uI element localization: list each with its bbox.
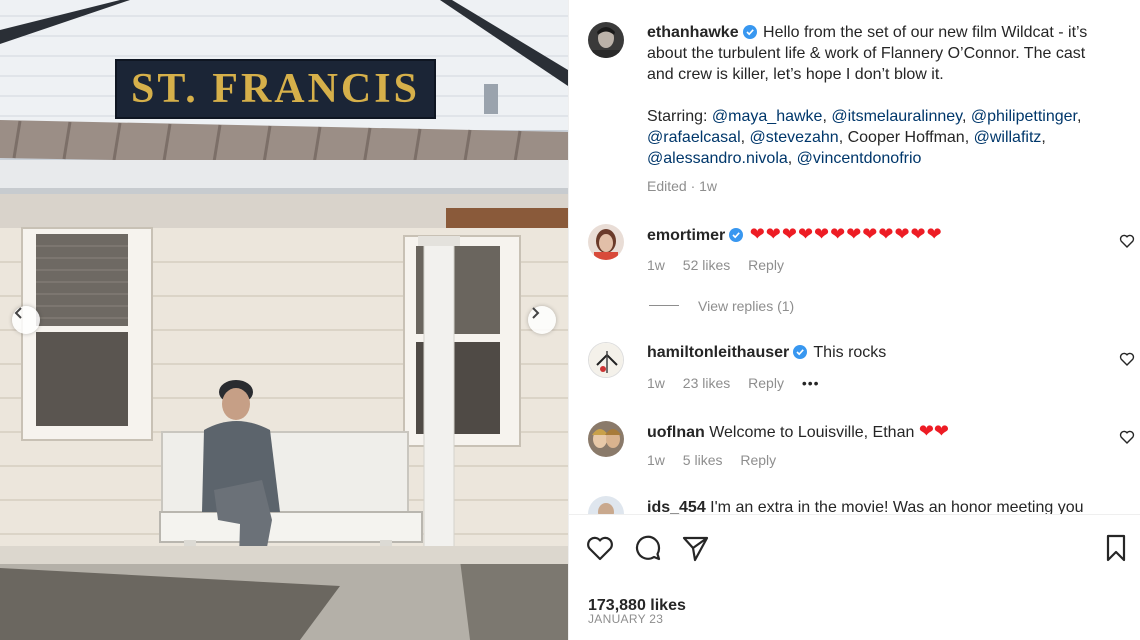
verified-badge-icon: [742, 25, 757, 39]
comment-age: 1w: [647, 375, 665, 391]
commenter-avatar[interactable]: [588, 421, 624, 457]
author-avatar[interactable]: [588, 22, 624, 58]
cast-name-plain: Cooper Hoffman,: [847, 129, 970, 146]
mention-link[interactable]: @philipettinger: [971, 108, 1077, 125]
caption-line-2: about the turbulent life & work of Flann…: [647, 45, 1086, 62]
mention-link[interactable]: @itsmelauralinney: [831, 108, 962, 125]
comment-likes[interactable]: 52 likes: [683, 257, 730, 273]
comment-likes[interactable]: 23 likes: [683, 375, 730, 391]
commenter-username[interactable]: emortimer: [647, 227, 725, 244]
comment-meta: 1w 5 likes Reply: [647, 452, 790, 468]
comment-bubble-icon[interactable]: [633, 533, 663, 563]
comment-age: 1w: [647, 452, 665, 468]
verified-badge-icon: [729, 228, 744, 242]
post-caption: ethanhawke Hello from the set of our new…: [647, 22, 1127, 194]
comment-age: 1w: [647, 257, 665, 273]
commenter-avatar[interactable]: [588, 342, 624, 378]
view-replies-button[interactable]: View replies (1): [698, 298, 794, 314]
commenter-username[interactable]: ids_454: [647, 499, 706, 514]
commenter-username[interactable]: hamiltonleithauser: [647, 344, 789, 361]
caption-line-1: Hello from the set of our new film Wildc…: [763, 24, 1088, 41]
sign-text: ST. FRANCIS: [131, 66, 420, 112]
commenter-username[interactable]: uoflnan: [647, 424, 705, 441]
reply-button[interactable]: Reply: [748, 257, 784, 273]
comment-body: hamiltonleithauser This rocks: [647, 342, 886, 363]
reply-button[interactable]: Reply: [740, 452, 776, 468]
comment-meta: 1w 52 likes Reply: [647, 257, 798, 273]
comments-scroll-area[interactable]: ethanhawke Hello from the set of our new…: [569, 0, 1140, 514]
comment-body: uoflnan Welcome to Louisville, Ethan ❤❤: [647, 421, 949, 443]
mention-link[interactable]: @willafitz: [974, 129, 1042, 146]
chevron-left-icon: [14, 307, 22, 319]
comment-meta: 1w 23 likes Reply •••: [647, 375, 834, 391]
mention-link[interactable]: @vincentdonofrio: [797, 150, 922, 167]
comment-likes[interactable]: 5 likes: [683, 452, 723, 468]
comment-text: ❤❤❤❤❤❤❤❤❤❤❤❤: [749, 224, 943, 244]
like-comment-heart-icon[interactable]: [1119, 233, 1135, 249]
comment-hearts: ❤❤: [918, 421, 949, 441]
replies-divider: [649, 305, 679, 306]
mention-link[interactable]: @stevezahn: [750, 129, 839, 146]
share-paper-plane-icon[interactable]: [680, 533, 710, 563]
instagram-post-view: ST. FRANCIS ethanhawke Hello from the se…: [0, 0, 1140, 640]
mention-link[interactable]: @maya_hawke: [712, 108, 823, 125]
next-photo-button[interactable]: [528, 306, 556, 334]
reply-button[interactable]: Reply: [748, 375, 784, 391]
comment-body: ids_454 I'm an extra in the movie! Was a…: [647, 497, 1083, 514]
previous-photo-button[interactable]: [12, 306, 40, 334]
mention-link[interactable]: @rafaelcasal: [647, 129, 741, 146]
post-date: JANUARY 23: [588, 612, 664, 626]
post-photo[interactable]: ST. FRANCIS: [0, 0, 568, 640]
commenter-avatar[interactable]: [588, 224, 624, 260]
comment-text: This rocks: [813, 344, 887, 361]
comment-text: Welcome to Louisville, Ethan: [709, 424, 915, 441]
chevron-right-icon: [532, 307, 540, 319]
more-options-icon[interactable]: •••: [802, 375, 820, 391]
like-comment-heart-icon[interactable]: [1119, 351, 1135, 367]
edited-timestamp: Edited · 1w: [647, 178, 718, 194]
comment-text: I'm an extra in the movie! Was an honor …: [710, 499, 1084, 514]
verified-badge-icon: [793, 345, 808, 359]
mention-link[interactable]: @alessandro.nivola: [647, 150, 788, 167]
post-sidebar: ethanhawke Hello from the set of our new…: [568, 0, 1140, 640]
author-username[interactable]: ethanhawke: [647, 24, 739, 41]
comment-body: emortimer ❤❤❤❤❤❤❤❤❤❤❤❤: [647, 224, 943, 246]
starring-label: Starring:: [647, 108, 708, 125]
like-heart-icon[interactable]: [585, 533, 615, 563]
caption-line-3: and crew is killer, let’s hope I don’t b…: [647, 66, 944, 83]
commenter-avatar[interactable]: [588, 496, 624, 514]
save-bookmark-icon[interactable]: [1101, 533, 1131, 563]
like-comment-heart-icon[interactable]: [1119, 429, 1135, 445]
